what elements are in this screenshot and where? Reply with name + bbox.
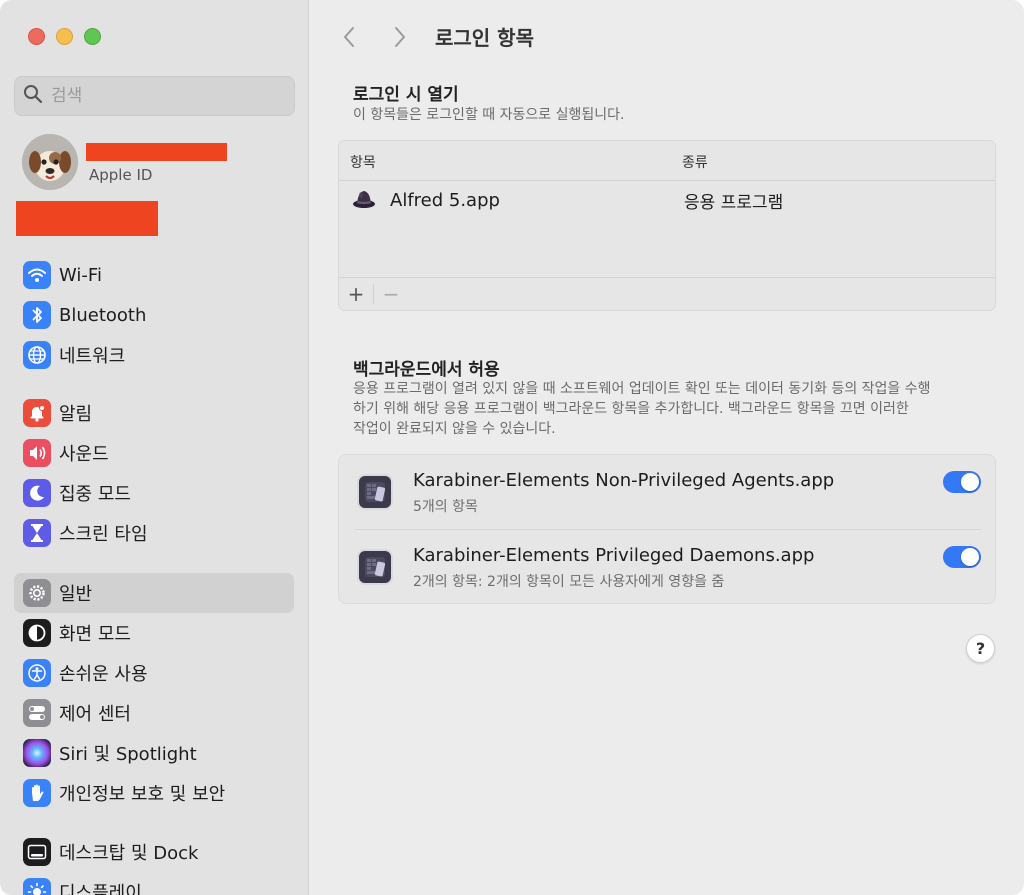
help-button[interactable]: ?	[966, 634, 995, 663]
sidebar-item-accessibility[interactable]: 손쉬운 사용	[14, 653, 294, 693]
sidebar-item-label: 네트워크	[59, 346, 126, 367]
bluetooth-icon	[23, 301, 51, 329]
sidebar-item-label: 손쉬운 사용	[59, 664, 148, 685]
dock-icon	[23, 838, 51, 866]
sidebar-item-label: 집중 모드	[59, 484, 131, 505]
accessibility-icon	[23, 659, 51, 687]
chevron-left-icon	[344, 27, 354, 47]
sidebar-item-label: 스크린 타임	[59, 524, 148, 545]
background-item: Karabiner-Elements Non-Privileged Agents…	[339, 455, 995, 529]
table-row[interactable]: Alfred 5.app 응용 프로그램	[339, 181, 995, 219]
window-controls	[28, 28, 101, 45]
back-button[interactable]	[336, 23, 362, 51]
wifi-icon	[23, 261, 51, 289]
karabiner-app-icon	[357, 474, 393, 510]
sidebar-item-control-center[interactable]: 제어 센터	[14, 693, 294, 733]
sidebar-item-focus[interactable]: 집중 모드	[14, 473, 294, 513]
login-item-kind: 응용 프로그램	[684, 192, 784, 213]
search-field[interactable]	[14, 76, 295, 116]
sidebar-item-general[interactable]: 일반	[14, 573, 294, 613]
sidebar-item-privacy-security[interactable]: 개인정보 보호 및 보안	[14, 773, 294, 813]
column-header-item[interactable]: 항목	[350, 152, 376, 172]
minimize-button[interactable]	[56, 28, 73, 45]
alfred-hat-icon	[352, 188, 376, 214]
switches-icon	[23, 699, 51, 727]
background-item-subtitle: 2개의 항목: 2개의 항목이 모든 사용자에게 영향을 줌	[413, 574, 725, 590]
sidebar-item-displays[interactable]: 디스플레이	[14, 872, 294, 895]
hand-icon	[23, 779, 51, 807]
speaker-icon	[23, 439, 51, 467]
sidebar-item-appearance[interactable]: 화면 모드	[14, 613, 294, 653]
background-item-subtitle: 5개의 항목	[413, 499, 478, 515]
sidebar-item-network[interactable]: 네트워크	[14, 335, 294, 375]
sidebar-item-label: 디스플레이	[59, 883, 142, 895]
chevron-right-icon	[395, 27, 405, 47]
moon-icon	[23, 479, 51, 507]
description-line: 응용 프로그램이 열려 있지 않을 때 소프트웨어 업데이트 확인 또는 데이터…	[353, 381, 931, 397]
apple-id-label: Apple ID	[89, 166, 153, 184]
background-item-toggle[interactable]	[943, 546, 981, 568]
background-section-title: 백그라운드에서 허용	[353, 360, 500, 380]
sidebar-item-siri-spotlight[interactable]: Siri 및 Spotlight	[14, 733, 294, 773]
sidebar-item-bluetooth[interactable]: Bluetooth	[14, 295, 294, 335]
appearance-icon	[23, 619, 51, 647]
avatar	[22, 134, 78, 190]
login-items-table: 항목 종류 Alfred 5.app 응용 프로그램 + −	[338, 140, 996, 311]
search-icon	[23, 84, 43, 108]
forward-button[interactable]	[387, 23, 413, 51]
sidebar-item-label: 일반	[59, 584, 93, 605]
globe-icon	[23, 341, 51, 369]
background-item-toggle[interactable]	[943, 471, 981, 493]
sidebar-item-label: 개인정보 보호 및 보안	[59, 784, 226, 805]
gear-icon	[23, 579, 51, 607]
sun-icon	[23, 878, 51, 895]
background-item-name: Karabiner-Elements Non-Privileged Agents…	[413, 470, 835, 491]
siri-icon	[23, 739, 51, 767]
sidebar-item-label: Bluetooth	[59, 304, 147, 326]
background-item: Karabiner-Elements Privileged Daemons.ap…	[339, 530, 995, 604]
background-section-description: 응용 프로그램이 열려 있지 않을 때 소프트웨어 업데이트 확인 또는 데이터…	[353, 379, 993, 439]
sidebar-item-label: 사운드	[59, 444, 109, 465]
search-input[interactable]	[51, 86, 281, 106]
sidebar: Apple ID Wi-Fi Bluetooth 네트워크 알림	[0, 0, 309, 895]
sidebar-item-label: Wi-Fi	[59, 264, 102, 286]
sidebar-item-label: 알림	[59, 404, 93, 425]
redacted-block	[16, 201, 158, 236]
sidebar-item-desktop-dock[interactable]: 데스크탑 및 Dock	[14, 832, 294, 872]
close-button[interactable]	[28, 28, 45, 45]
background-item-name: Karabiner-Elements Privileged Daemons.ap…	[413, 545, 815, 566]
toolbar: 로그인 항목	[310, 0, 1024, 72]
background-items-list: Karabiner-Elements Non-Privileged Agents…	[338, 454, 996, 604]
table-header: 항목 종류	[339, 141, 995, 181]
description-line: 작업이 완료되지 않을 수 있습니다.	[353, 421, 556, 437]
sidebar-item-sound[interactable]: 사운드	[14, 433, 294, 473]
sidebar-item-notifications[interactable]: 알림	[14, 393, 294, 433]
sidebar-item-screen-time[interactable]: 스크린 타임	[14, 513, 294, 553]
add-login-item-button[interactable]: +	[339, 278, 373, 311]
login-section-description: 이 항목들은 로그인할 때 자동으로 실행됩니다.	[353, 107, 625, 123]
bell-icon	[23, 399, 51, 427]
login-item-name: Alfred 5.app	[390, 189, 500, 211]
system-settings-window: Apple ID Wi-Fi Bluetooth 네트워크 알림	[0, 0, 1024, 895]
remove-login-item-button[interactable]: −	[374, 278, 408, 311]
apple-id-account[interactable]: Apple ID	[22, 134, 292, 190]
sidebar-item-label: 데스크탑 및 Dock	[59, 843, 199, 864]
column-header-kind[interactable]: 종류	[682, 152, 708, 172]
login-section-title: 로그인 시 열기	[353, 85, 459, 105]
dog-memoji-icon	[22, 134, 78, 190]
redacted-name	[86, 143, 227, 161]
main-content: 로그인 항목 로그인 시 열기 이 항목들은 로그인할 때 자동으로 실행됩니다…	[310, 0, 1024, 895]
sidebar-item-label: 제어 센터	[59, 704, 131, 725]
hourglass-icon	[23, 519, 51, 547]
page-title: 로그인 항목	[435, 26, 534, 50]
table-footer: + −	[339, 277, 995, 310]
sidebar-item-label: Siri 및 Spotlight	[59, 744, 197, 765]
karabiner-app-icon	[357, 549, 393, 585]
zoom-button[interactable]	[84, 28, 101, 45]
sidebar-item-label: 화면 모드	[59, 624, 131, 645]
sidebar-item-wifi[interactable]: Wi-Fi	[14, 255, 294, 295]
description-line: 하기 위해 해당 응용 프로그램이 백그라운드 항목을 추가합니다. 백그라운드…	[353, 401, 909, 417]
